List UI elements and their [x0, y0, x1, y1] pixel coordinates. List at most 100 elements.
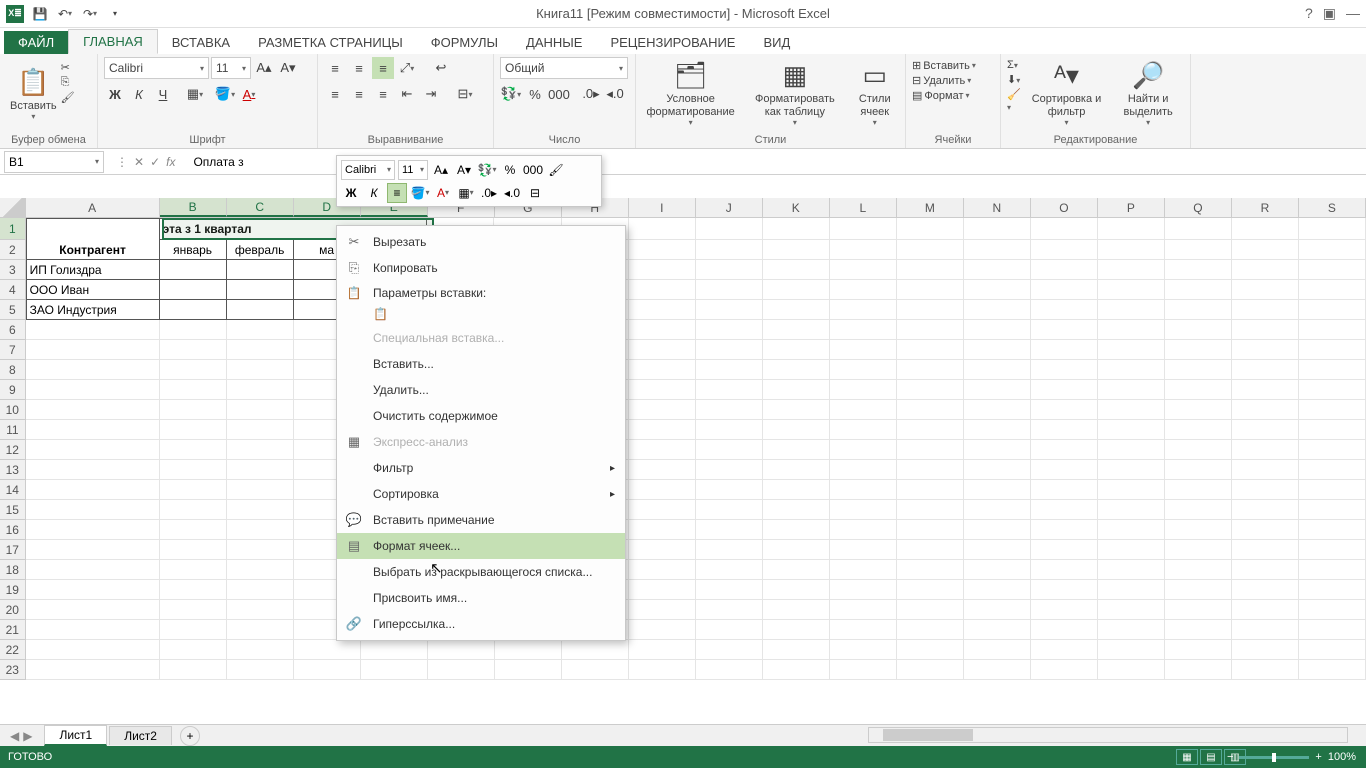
cell[interactable]: [763, 420, 830, 440]
cell[interactable]: [830, 240, 897, 260]
cell[interactable]: [227, 340, 294, 360]
cell[interactable]: [1299, 240, 1366, 260]
cell[interactable]: [227, 660, 294, 680]
cell[interactable]: [830, 360, 897, 380]
cell[interactable]: [696, 560, 763, 580]
cell[interactable]: [1299, 520, 1366, 540]
cell[interactable]: [629, 400, 696, 420]
undo-icon[interactable]: ↶ ▾: [54, 3, 76, 25]
insert-cells-button[interactable]: Вставить: [923, 60, 970, 72]
cell[interactable]: [562, 660, 629, 680]
cell[interactable]: [1098, 218, 1165, 240]
cell[interactable]: [1299, 440, 1366, 460]
cell[interactable]: [1098, 500, 1165, 520]
cell[interactable]: [227, 560, 294, 580]
cell[interactable]: [830, 340, 897, 360]
cell[interactable]: [160, 460, 227, 480]
cell[interactable]: [763, 340, 830, 360]
cell[interactable]: [763, 640, 830, 660]
cell[interactable]: [897, 660, 964, 680]
cell[interactable]: [1299, 620, 1366, 640]
cell[interactable]: [1031, 560, 1098, 580]
mini-align-icon[interactable]: ≡: [387, 183, 407, 203]
cell[interactable]: [964, 600, 1031, 620]
cell[interactable]: [1098, 280, 1165, 300]
cell[interactable]: [1299, 260, 1366, 280]
cell[interactable]: [629, 540, 696, 560]
format-painter-icon[interactable]: 🖌: [61, 91, 75, 104]
cell[interactable]: [26, 480, 160, 500]
row-header[interactable]: 9: [0, 380, 26, 400]
cell[interactable]: [1299, 480, 1366, 500]
cell[interactable]: [897, 580, 964, 600]
cell[interactable]: [1165, 300, 1232, 320]
cell[interactable]: [1232, 520, 1299, 540]
cell[interactable]: [1031, 580, 1098, 600]
cell[interactable]: [227, 600, 294, 620]
number-format-combo[interactable]: Общий▾: [500, 57, 628, 79]
cell[interactable]: [897, 440, 964, 460]
sheet-nav-prev-icon[interactable]: ◀: [10, 729, 19, 743]
cell[interactable]: [629, 340, 696, 360]
cell[interactable]: [1299, 280, 1366, 300]
cell[interactable]: [1165, 240, 1232, 260]
autosum-icon[interactable]: Σ▾: [1007, 59, 1021, 71]
cell[interactable]: [227, 300, 294, 320]
row-header[interactable]: 14: [0, 480, 26, 500]
row-header[interactable]: 11: [0, 420, 26, 440]
row-header[interactable]: 15: [0, 500, 26, 520]
cell[interactable]: [26, 380, 160, 400]
cell[interactable]: [696, 280, 763, 300]
cell[interactable]: [26, 600, 160, 620]
cell[interactable]: [1098, 320, 1165, 340]
cell[interactable]: [629, 640, 696, 660]
fx-icon[interactable]: fx: [166, 155, 175, 169]
orientation-icon[interactable]: ⤢▾: [396, 57, 418, 79]
cell[interactable]: [1232, 480, 1299, 500]
row-header-4[interactable]: 4: [0, 280, 26, 300]
cell[interactable]: [763, 380, 830, 400]
cell[interactable]: [629, 380, 696, 400]
cell[interactable]: [1232, 400, 1299, 420]
cell[interactable]: [160, 400, 227, 420]
cell[interactable]: [964, 460, 1031, 480]
mini-bold-button[interactable]: Ж: [341, 183, 361, 203]
menu-filter[interactable]: Фильтр▸: [337, 455, 625, 481]
cell[interactable]: [964, 260, 1031, 280]
cell[interactable]: [964, 480, 1031, 500]
format-cells-button[interactable]: Формат: [924, 90, 963, 102]
cell[interactable]: [26, 218, 160, 240]
col-header[interactable]: J: [696, 198, 763, 217]
mini-comma-icon[interactable]: 000: [523, 160, 543, 180]
mini-font-color-icon[interactable]: A▾: [433, 183, 453, 203]
border-icon[interactable]: ▦▾: [184, 83, 206, 105]
sheet-tab-2[interactable]: Лист2: [109, 726, 172, 745]
cell[interactable]: [1165, 260, 1232, 280]
cell[interactable]: [160, 540, 227, 560]
col-header[interactable]: M: [897, 198, 964, 217]
cell[interactable]: [1232, 600, 1299, 620]
cell[interactable]: [897, 320, 964, 340]
cell[interactable]: [629, 500, 696, 520]
row-header[interactable]: 13: [0, 460, 26, 480]
cell[interactable]: [830, 320, 897, 340]
cell[interactable]: [696, 540, 763, 560]
cell[interactable]: [763, 360, 830, 380]
wrap-text-icon[interactable]: ↩: [430, 57, 452, 79]
cell[interactable]: [361, 640, 428, 660]
cell[interactable]: [629, 460, 696, 480]
cell[interactable]: [1232, 300, 1299, 320]
menu-insert[interactable]: Вставить...: [337, 351, 625, 377]
cell[interactable]: [1299, 500, 1366, 520]
horizontal-scrollbar[interactable]: [868, 727, 1348, 743]
cell[interactable]: [964, 440, 1031, 460]
cell[interactable]: [830, 420, 897, 440]
cell[interactable]: [964, 300, 1031, 320]
tab-insert[interactable]: ВСТАВКА: [158, 31, 244, 54]
decrease-font-icon[interactable]: A▾: [277, 57, 299, 79]
cell[interactable]: [160, 600, 227, 620]
cell[interactable]: [1232, 540, 1299, 560]
row-header[interactable]: 12: [0, 440, 26, 460]
font-size-combo[interactable]: 11▾: [211, 57, 251, 79]
cell[interactable]: [1299, 320, 1366, 340]
